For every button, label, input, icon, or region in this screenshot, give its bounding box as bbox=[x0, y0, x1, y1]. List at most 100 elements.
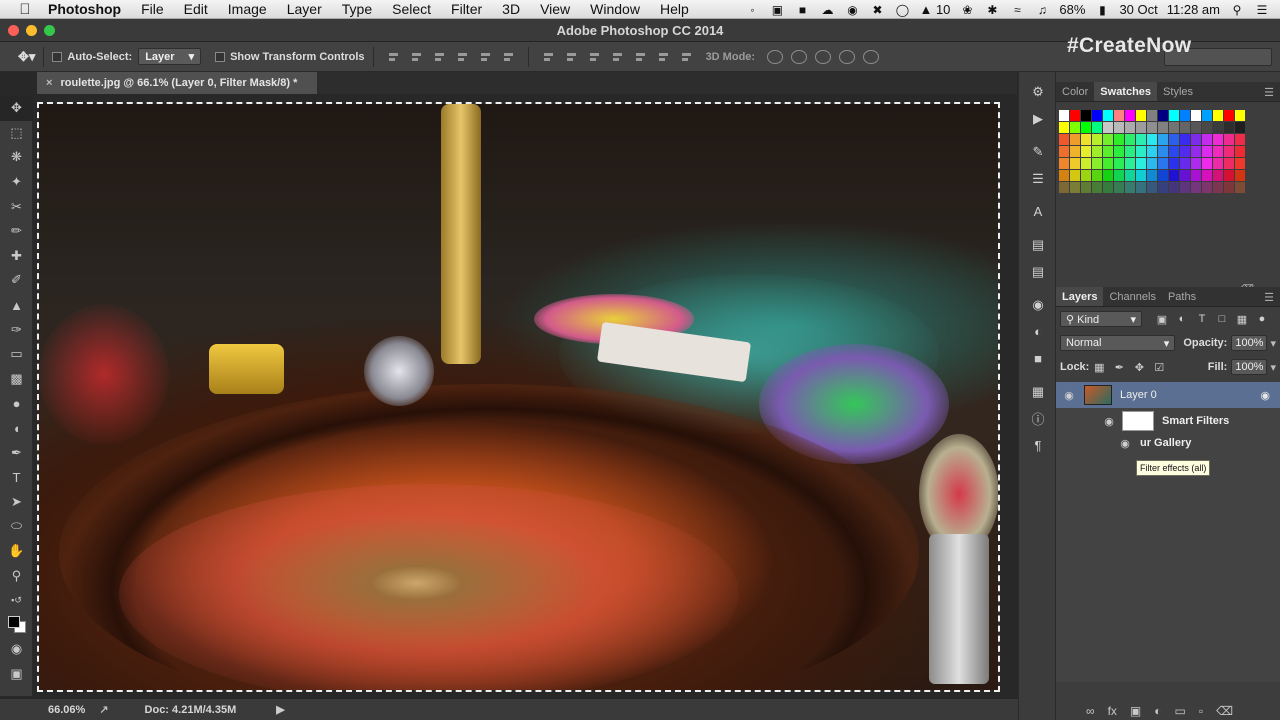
swatch[interactable] bbox=[1125, 146, 1135, 157]
status-menu-arrow-icon[interactable]: ▶ bbox=[276, 703, 284, 716]
swatch[interactable] bbox=[1125, 122, 1135, 133]
distribute-vertical-center-icon[interactable] bbox=[565, 51, 578, 63]
menu-type[interactable]: Type bbox=[342, 1, 372, 17]
swatch[interactable] bbox=[1224, 146, 1234, 157]
swatch[interactable] bbox=[1158, 134, 1168, 145]
marquee-tool-icon[interactable]: ⬚ bbox=[0, 121, 33, 146]
menu-layer[interactable]: Layer bbox=[287, 1, 322, 17]
type-tool-icon[interactable]: T bbox=[0, 465, 33, 490]
swatch[interactable] bbox=[1158, 170, 1168, 181]
adjustment-filter-icon[interactable]: ◐ bbox=[1175, 312, 1189, 326]
swatch[interactable] bbox=[1191, 134, 1201, 145]
swatch[interactable] bbox=[1136, 122, 1146, 133]
lock-all-icon[interactable]: ☑ bbox=[1152, 360, 1166, 374]
bluetooth-icon[interactable]: ✱ bbox=[984, 3, 1000, 17]
clone-source-panel-icon[interactable]: ◉ bbox=[1019, 291, 1057, 318]
menu-select[interactable]: Select bbox=[392, 1, 431, 17]
apple-icon[interactable]:  bbox=[16, 1, 34, 18]
distribute-left-icon[interactable] bbox=[611, 51, 624, 63]
swatch[interactable] bbox=[1180, 122, 1190, 133]
tab-channels[interactable]: Channels bbox=[1103, 287, 1161, 306]
auto-align-icon[interactable] bbox=[680, 51, 693, 63]
swatch[interactable] bbox=[1081, 146, 1091, 157]
swatch[interactable] bbox=[1191, 122, 1201, 133]
swatch[interactable] bbox=[1081, 170, 1091, 181]
new-adjustment-icon[interactable]: ◐ bbox=[1154, 704, 1161, 718]
swatch[interactable] bbox=[1158, 122, 1168, 133]
3d-rotate-icon[interactable] bbox=[767, 49, 784, 64]
swatch[interactable] bbox=[1202, 170, 1212, 181]
tab-layers[interactable]: Layers bbox=[1056, 287, 1104, 306]
eyedropper-tool-icon[interactable]: ✏ bbox=[0, 219, 33, 244]
swatch[interactable] bbox=[1224, 170, 1234, 181]
history-panel-icon[interactable]: ⚙ bbox=[1019, 78, 1057, 105]
menu-edit[interactable]: Edit bbox=[184, 1, 208, 17]
wifi-icon[interactable]: ≈ bbox=[1009, 3, 1025, 17]
distribute-bottom-icon[interactable] bbox=[588, 51, 601, 63]
swatch[interactable] bbox=[1191, 146, 1201, 157]
auto-select-checkbox[interactable] bbox=[52, 51, 63, 62]
move-tool-icon[interactable]: ✥ bbox=[0, 96, 33, 121]
swatch[interactable] bbox=[1114, 182, 1124, 193]
swatch[interactable] bbox=[1169, 158, 1179, 169]
swatch[interactable] bbox=[1224, 182, 1234, 193]
paragraph-styles-panel-icon[interactable]: ▤ bbox=[1019, 231, 1057, 258]
swatch[interactable] bbox=[1169, 170, 1179, 181]
delete-layer-icon[interactable]: ⌫ bbox=[1216, 704, 1233, 718]
battery-icon[interactable]: ▮ bbox=[1094, 3, 1110, 17]
tab-color[interactable]: Color bbox=[1056, 82, 1094, 101]
swatch[interactable] bbox=[1103, 146, 1113, 157]
swatch[interactable] bbox=[1092, 158, 1102, 169]
swatch[interactable] bbox=[1213, 170, 1223, 181]
swatch[interactable] bbox=[1147, 134, 1157, 145]
swatch[interactable] bbox=[1224, 134, 1234, 145]
tab-styles[interactable]: Styles bbox=[1157, 82, 1199, 101]
zoom-level[interactable]: 66.06% bbox=[48, 704, 85, 716]
new-group-icon[interactable]: ▭ bbox=[1175, 704, 1186, 718]
dodge-tool-icon[interactable]: ◖ bbox=[0, 416, 33, 441]
swatch[interactable] bbox=[1114, 110, 1124, 121]
swatch[interactable] bbox=[1191, 182, 1201, 193]
swatch[interactable] bbox=[1147, 158, 1157, 169]
blur-tool-icon[interactable]: ● bbox=[0, 391, 33, 416]
swatch[interactable] bbox=[1202, 134, 1212, 145]
swatch[interactable] bbox=[1169, 182, 1179, 193]
filter-mask-thumbnail[interactable] bbox=[1122, 411, 1154, 431]
swatch[interactable] bbox=[1180, 134, 1190, 145]
share-icon[interactable]: ↗ bbox=[99, 703, 108, 716]
3d-roll-icon[interactable] bbox=[791, 49, 808, 64]
swatch[interactable] bbox=[1169, 146, 1179, 157]
smart-object-filter-icon[interactable]: ▦ bbox=[1235, 312, 1249, 326]
swatch[interactable] bbox=[1136, 146, 1146, 157]
align-bottom-icon[interactable] bbox=[433, 51, 446, 63]
shape-filter-icon[interactable]: □ bbox=[1215, 312, 1229, 326]
tools-icon[interactable]: ✖ bbox=[869, 3, 885, 17]
layer-name[interactable]: Layer 0 bbox=[1120, 389, 1157, 401]
tab-swatches[interactable]: Swatches bbox=[1094, 82, 1158, 101]
distribute-right-icon[interactable] bbox=[657, 51, 670, 63]
menu-view[interactable]: View bbox=[540, 1, 570, 17]
swatch[interactable] bbox=[1059, 110, 1069, 121]
swatch[interactable] bbox=[1235, 158, 1245, 169]
3d-scale-icon[interactable] bbox=[863, 49, 880, 64]
quick-selection-tool-icon[interactable]: ✦ bbox=[0, 170, 33, 195]
blend-mode-dropdown[interactable]: Normal ▾ bbox=[1060, 335, 1176, 351]
swatch[interactable] bbox=[1213, 146, 1223, 157]
swatch[interactable] bbox=[1158, 146, 1168, 157]
clone-stamp-tool-icon[interactable]: ▲ bbox=[0, 293, 33, 318]
swatch[interactable] bbox=[1136, 110, 1146, 121]
swatch[interactable] bbox=[1114, 146, 1124, 157]
swatch[interactable] bbox=[1202, 182, 1212, 193]
swatch[interactable] bbox=[1213, 110, 1223, 121]
swatch[interactable] bbox=[1070, 146, 1080, 157]
opacity-field[interactable]: 100% bbox=[1231, 335, 1268, 351]
align-left-icon[interactable] bbox=[456, 51, 469, 63]
crop-tool-icon[interactable]: ✂ bbox=[0, 194, 33, 219]
layer-row-smart-filters[interactable]: ◉ Smart Filters bbox=[1056, 408, 1280, 434]
align-vertical-center-icon[interactable] bbox=[410, 51, 423, 63]
adjustments-panel-icon[interactable]: ◐ bbox=[1019, 318, 1057, 345]
canvas-area[interactable] bbox=[33, 94, 1018, 696]
path-selection-tool-icon[interactable]: ➤ bbox=[0, 490, 33, 515]
menu-3d[interactable]: 3D bbox=[502, 1, 520, 17]
swatch[interactable] bbox=[1191, 170, 1201, 181]
